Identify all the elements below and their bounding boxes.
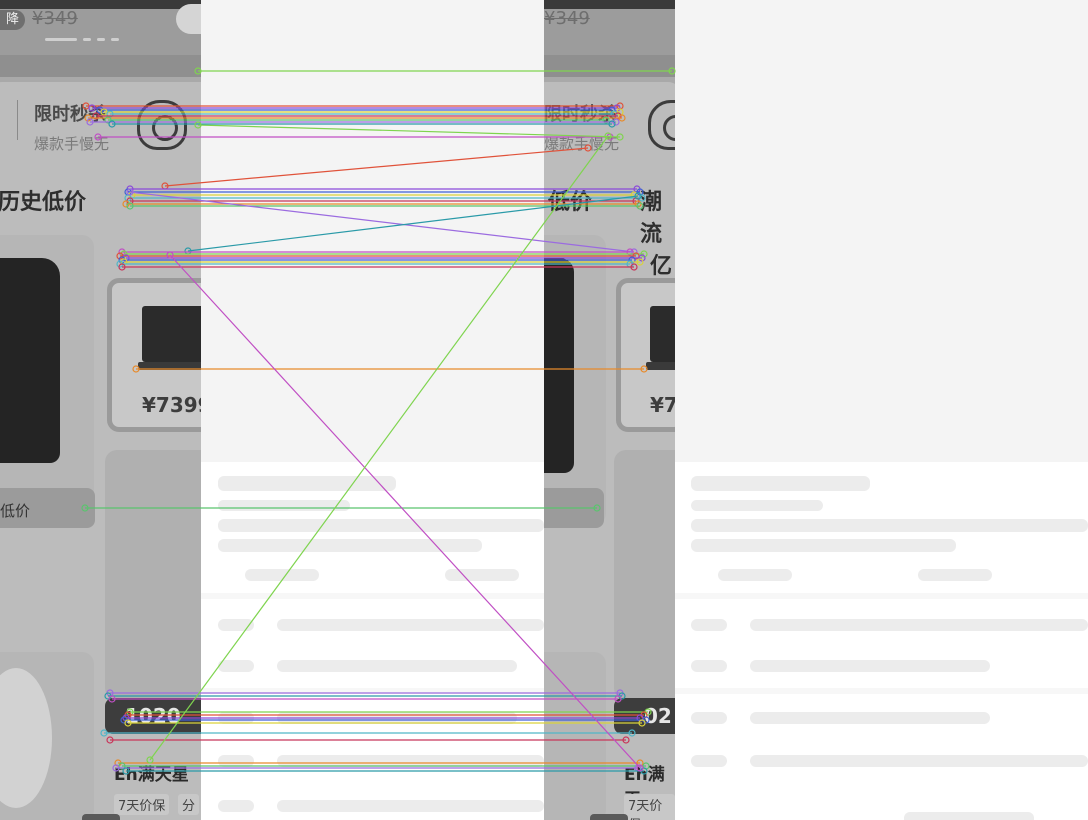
skeleton-line [277,755,544,767]
skeleton-label [218,755,254,767]
skeleton-subtitle [691,500,823,511]
skeleton-separator [675,688,1088,694]
skeleton-tab [245,569,319,581]
history-low-title[interactable]: 历史低价 [0,184,86,216]
skeleton-line [750,660,990,672]
jacket-image [0,258,60,463]
price-protect-tag: 7天价保 [624,794,675,820]
skeleton-label [218,660,254,672]
home-indicator [82,814,120,820]
price-protect-tag: 7天价保 [114,794,170,815]
coupon-card[interactable] [614,450,675,700]
carousel-dots [45,38,125,42]
laptop-price: ¥7 [650,393,675,417]
skeleton-line [277,660,517,672]
skeleton-line [218,519,544,532]
original-price: ¥349 [544,8,590,29]
skeleton-label [218,800,254,812]
skeleton-line [277,619,544,631]
coupon-value: 02 [644,704,672,728]
flash-sale-title[interactable]: 限时秒杀 [34,100,106,126]
skeleton-tab [918,569,992,581]
coupon-value: 1020 [125,704,181,728]
left-app-screenshot: 降 ¥349 限时秒杀 爆款手慢无 历史低价 低价 ¥7399 1020 Eh满… [0,0,201,820]
skeleton-tab [445,569,519,581]
status-bar [0,0,201,9]
skeleton-line [691,519,1088,532]
skeleton-label [691,712,727,724]
flash-sale-title[interactable]: 限时秒杀 [544,100,616,126]
low-price-label: 低价 [0,502,31,520]
skeleton-separator [675,593,1088,599]
divider-strip [544,55,675,77]
left-skeleton-page [201,0,544,820]
skeleton-tab [718,569,792,581]
skeleton-label [691,660,727,672]
skeleton-label [218,619,254,631]
price-drop-badge: 降 [0,10,26,30]
product-card-lower[interactable] [544,652,606,820]
right-skeleton-page [675,0,1088,820]
skeleton-line [218,539,482,552]
shop-name[interactable]: Eh满天星 [114,760,189,785]
skeleton-label [691,755,727,767]
skeleton-line [691,539,956,552]
coupon-card[interactable] [105,450,201,700]
installment-tag: 分 [178,794,200,815]
price-banner [0,9,201,55]
low-price-bar[interactable] [544,488,604,528]
divider-strip [0,55,201,77]
section-divider [17,100,18,140]
skeleton-line [277,712,517,724]
history-low-title[interactable]: 低价 [548,184,592,216]
jacket-image [544,258,574,473]
right-app-screenshot: ¥349 限时秒杀 爆款手慢无 低价 潮流 亿 ¥7 02 Eh满天 7天价保 [544,0,675,820]
home-indicator [590,814,628,820]
trend-title[interactable]: 潮流 [640,184,675,248]
skeleton-separator [201,688,544,694]
skeleton-line [750,755,1088,767]
flash-sale-subtitle: 爆款手慢无 [544,135,620,153]
laptop-image [646,306,675,370]
billion-subsidy-title[interactable]: 亿 [650,248,672,280]
banner-button[interactable] [176,4,201,34]
laptop-image [138,306,201,370]
skeleton-line [750,712,990,724]
chat-bubble-icon[interactable] [137,100,187,150]
skeleton-title [218,476,396,491]
skeleton-line [750,619,1088,631]
skeleton-title [691,476,870,491]
flash-sale-subtitle: 爆款手慢无 [34,135,110,153]
skeleton-subtitle [218,500,350,511]
skeleton-line [277,800,544,812]
laptop-price: ¥7399 [142,393,201,417]
skeleton-label [691,619,727,631]
skeleton-bottom-button [904,812,1034,820]
skeleton-label [218,712,254,724]
original-price: ¥349 [32,8,78,29]
skeleton-separator [201,593,544,599]
